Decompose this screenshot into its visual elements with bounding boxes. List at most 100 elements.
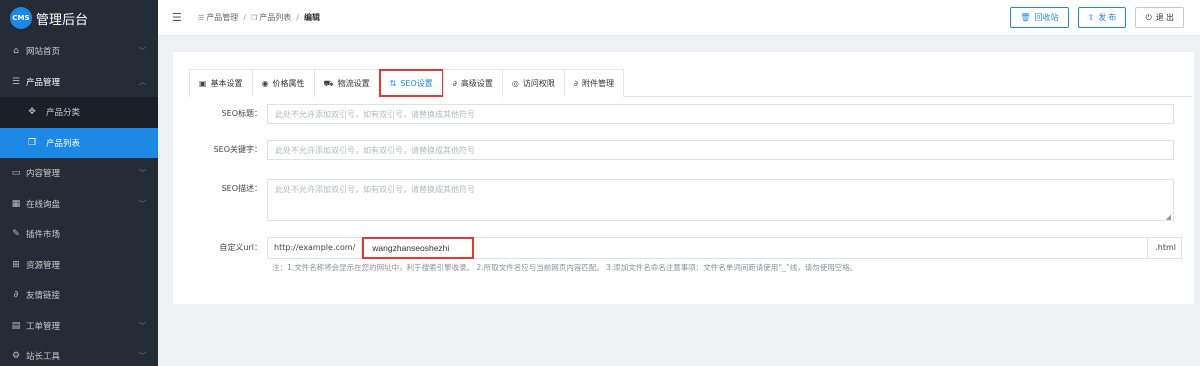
sidebar-item-plugin-market[interactable]: ✎ 插件市场 [0, 219, 158, 250]
logo[interactable]: CMS 管理后台 [0, 0, 158, 36]
doc-icon: ▣ [199, 79, 207, 88]
sidebar-item-label: 在线询盘 [26, 199, 61, 210]
sidebar-item-label: 内容管理 [26, 169, 61, 180]
chevron-down-icon: ﹀ [139, 352, 146, 361]
topbar: ☰ ☰ 产品管理 / ❐ 产品列表 / 编辑 🗑︎ 回收站 ⇪ 发 布 ⏻ 退 … [158, 0, 1200, 36]
list-icon: ☰ [11, 76, 21, 87]
sidebar-item-content-management[interactable]: ▭ 内容管理 ﹀ [0, 158, 158, 189]
upload-icon: ⇪ [1087, 13, 1095, 22]
logout-label: 退 出 [1155, 13, 1174, 22]
logout-button[interactable]: ⏻ 退 出 [1135, 7, 1184, 28]
tab-seo-settings[interactable]: ⇅ SEO设置 [378, 69, 444, 97]
menu-collapse-icon[interactable]: ☰ [172, 11, 186, 24]
copy-icon: ❐ [27, 137, 37, 148]
seo-description-label: SEO描述： [221, 184, 262, 193]
chevron-up-icon: ︿ [139, 77, 146, 86]
tab-price-attributes[interactable]: ◉ 价格属性 [251, 69, 315, 97]
link-icon: ∂ [452, 79, 457, 88]
coin-icon: ◉ [261, 79, 269, 88]
sidebar-item-friend-links[interactable]: ∂ 友情链接 [0, 280, 158, 311]
tab-access-permissions[interactable]: ◎ 访问权限 [501, 69, 565, 97]
keyboard-icon: ▭ [11, 168, 21, 179]
edit-panel: ▣ 基本设置 ◉ 价格属性 ⛟ 物流设置 ⇅ SEO设置 ∂ 高级设置 ◎ 访问… [173, 52, 1194, 304]
custom-url-hint: 注：1.文件名称将会显示在您的网址中，利于搜索引擎收录。 2.所取文件名应与当前… [272, 263, 858, 272]
recycle-bin-label: 回收站 [1034, 13, 1059, 22]
app-title: 管理后台 [36, 12, 89, 28]
custom-url-row: 自定义url： http://example.com/ .html [173, 237, 1194, 259]
recycle-bin-button[interactable]: 🗑︎ 回收站 [1010, 7, 1069, 28]
tab-label: 高级设置 [460, 79, 493, 88]
seo-title-row: SEO标题： [173, 104, 1194, 124]
breadcrumb-item-edit: 编辑 [303, 13, 320, 22]
custom-url-group: http://example.com/ .html [267, 237, 1183, 259]
link-icon: ∂ [13, 290, 19, 301]
tags-icon: ✥ [28, 107, 36, 118]
sidebar-item-ticket-management[interactable]: ▤ 工单管理 ﹀ [0, 311, 158, 342]
custom-url-label: 自定义url： [219, 243, 262, 252]
sidebar-item-product-category[interactable]: ✥ 产品分类 [0, 97, 158, 128]
tab-advanced-settings[interactable]: ∂ 高级设置 [442, 69, 503, 97]
tab-label: 基本设置 [210, 79, 243, 88]
grid-icon: ⊞ [12, 259, 20, 270]
trash-icon: 🗑︎ [1020, 13, 1031, 22]
paperclip-icon: ∂ [573, 79, 579, 88]
sidebar-item-home[interactable]: ⌂ 网站首页 ﹀ [0, 36, 158, 67]
breadcrumb-separator: / [296, 13, 299, 22]
tab-label: 附件管理 [582, 79, 615, 88]
seo-keywords-label: SEO关键字： [213, 145, 262, 154]
table-icon: ▦ [11, 198, 21, 209]
publish-label: 发 布 [1098, 13, 1117, 22]
sidebar-item-online-inquiry[interactable]: ▦ 在线询盘 ﹀ [0, 189, 158, 220]
custom-url-input-extension[interactable] [474, 237, 1149, 259]
breadcrumb: ☰ 产品管理 / ❐ 产品列表 / 编辑 [198, 12, 320, 23]
seo-keywords-row: SEO关键字： [173, 140, 1194, 160]
breadcrumb-item-product-management[interactable]: 产品管理 [206, 12, 238, 23]
truck-icon: ⛟ [323, 78, 334, 88]
list-icon: ☰ [198, 13, 205, 22]
sidebar-item-product-management[interactable]: ☰ 产品管理 ︿ [0, 67, 158, 98]
resize-grip-icon[interactable]: ◢ [1166, 213, 1171, 221]
top-actions: 🗑︎ 回收站 ⇪ 发 布 ⏻ 退 出 [1001, 7, 1184, 28]
breadcrumb-separator: / [243, 13, 246, 22]
chevron-down-icon: ﹀ [139, 47, 146, 56]
seo-keywords-input[interactable] [267, 140, 1174, 160]
logout-icon: ⏻ [1145, 12, 1152, 22]
tab-label: 访问权限 [522, 79, 555, 88]
url-prefix: http://example.com/ [267, 237, 363, 259]
sidebar-item-label: 资源管理 [26, 260, 61, 271]
seo-description-textarea[interactable] [267, 179, 1174, 221]
settings-tabs: ▣ 基本设置 ◉ 价格属性 ⛟ 物流设置 ⇅ SEO设置 ∂ 高级设置 ◎ 访问… [189, 69, 1192, 97]
sidebar-item-webmaster-tools[interactable]: ⚙ 站长工具 ﹀ [0, 341, 158, 366]
copy-icon: ❐ [250, 13, 258, 22]
chevron-down-icon: ﹀ [139, 169, 146, 178]
home-icon: ⌂ [13, 46, 19, 57]
tab-logistics-settings[interactable]: ⛟ 物流设置 [313, 69, 380, 97]
sidebar-item-label: 产品列表 [46, 138, 81, 149]
sidebar-item-label: 产品管理 [26, 77, 61, 88]
custom-url-input[interactable] [362, 237, 475, 259]
seo-title-label: SEO标题： [221, 109, 262, 118]
sidebar-item-label: 工单管理 [26, 321, 61, 332]
sidebar-item-product-list[interactable]: ❐ 产品列表 [0, 127, 158, 158]
seo-description-wrap: ◢ [267, 179, 1174, 224]
tab-attachments[interactable]: ∂ 附件管理 [563, 69, 625, 97]
sidebar-item-label: 站长工具 [26, 352, 61, 363]
sidebar-item-resource-management[interactable]: ⊞ 资源管理 [0, 250, 158, 281]
seo-description-row: SEO描述： ◢ [173, 179, 1194, 224]
form-icon: ▤ [11, 320, 21, 331]
tab-label: 物流设置 [337, 79, 370, 88]
chevron-down-icon: ﹀ [139, 321, 146, 330]
chevron-down-icon: ﹀ [139, 199, 146, 208]
breadcrumb-item-product-list[interactable]: 产品列表 [259, 12, 291, 23]
tab-basic-settings[interactable]: ▣ 基本设置 [189, 69, 253, 97]
gears-icon: ⚙ [11, 351, 21, 362]
url-suffix: .html [1148, 237, 1183, 259]
sidebar-item-label: 产品分类 [46, 108, 81, 119]
tab-label: SEO设置 [400, 78, 433, 88]
sidebar-menu: ⌂ 网站首页 ﹀ ☰ 产品管理 ︿ ✥ 产品分类 ❐ 产品列表 ▭ 内容管理 ﹀… [0, 36, 158, 366]
seo-title-input[interactable] [267, 104, 1174, 124]
eye-icon: ◎ [511, 79, 519, 88]
publish-button[interactable]: ⇪ 发 布 [1077, 7, 1127, 28]
sidebar-item-label: 网站首页 [26, 47, 61, 58]
sidebar-item-label: 友情链接 [26, 291, 61, 302]
